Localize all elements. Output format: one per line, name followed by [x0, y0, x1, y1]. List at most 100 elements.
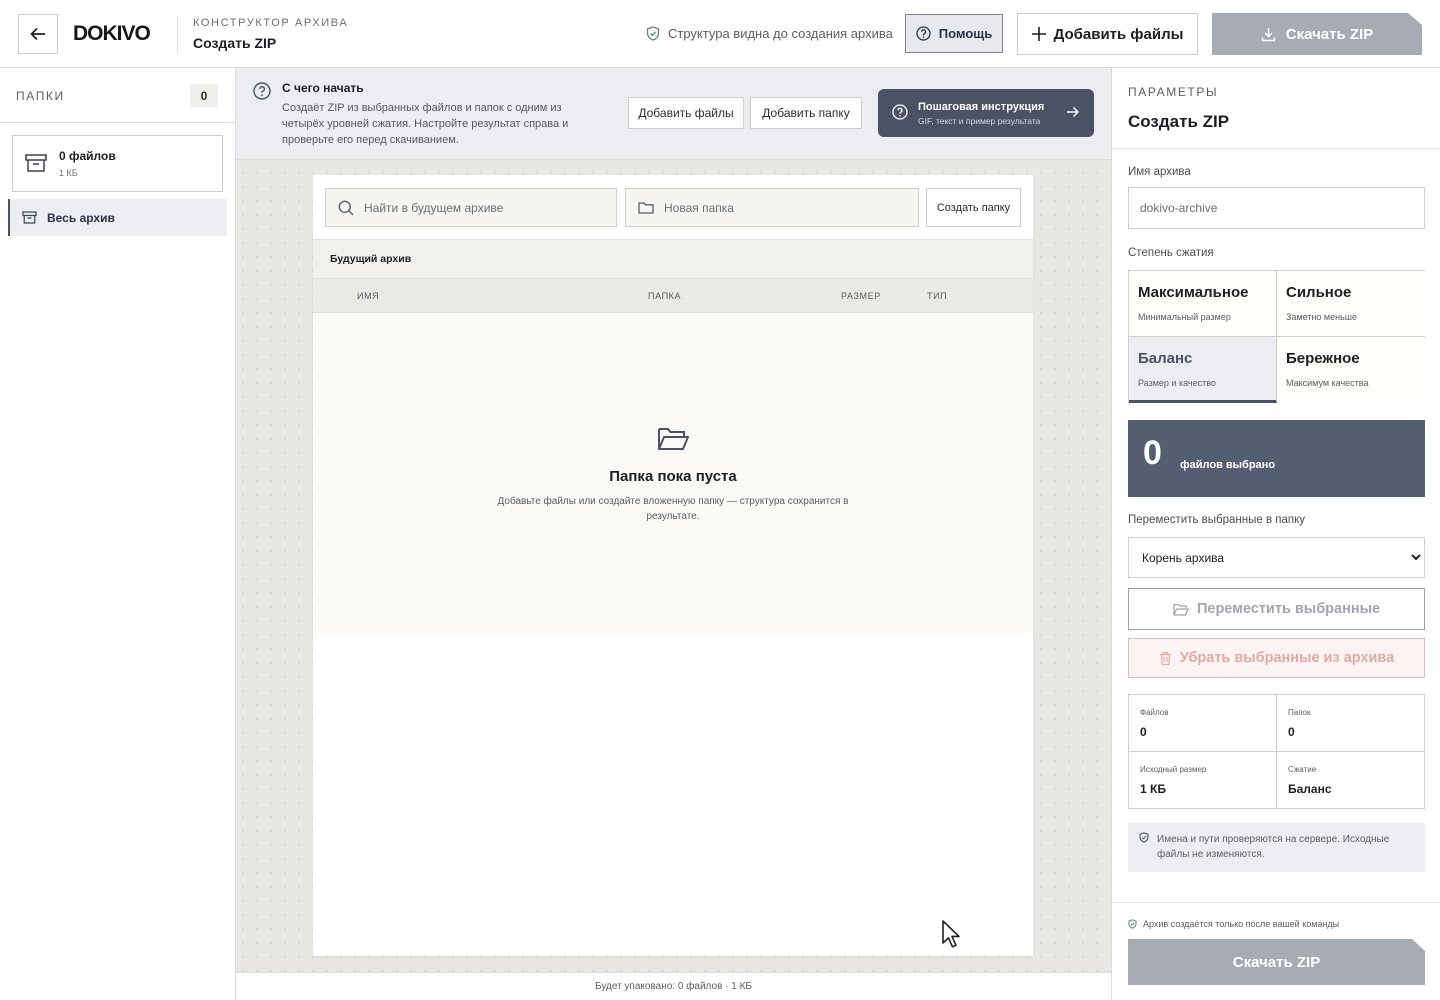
archive-preview: Создать папку Будущий архив ИМЯ ПАПКА РА… — [313, 175, 1033, 956]
column-name[interactable]: ИМЯ — [357, 291, 379, 301]
archive-box-icon — [22, 211, 37, 224]
archive-search[interactable] — [325, 188, 617, 227]
archive-box-icon — [25, 154, 47, 172]
shield-check-icon — [646, 26, 660, 41]
stat-value: 0 — [1288, 725, 1295, 739]
new-folder-field[interactable] — [625, 188, 919, 227]
stat-folders: Папок 0 — [1277, 695, 1425, 752]
archive-summary-card[interactable]: 0 файлов 1 КБ — [12, 135, 223, 192]
archive-size: 1 КБ — [59, 168, 78, 178]
option-subtitle: Размер и качество — [1138, 378, 1216, 388]
archive-name-label: Имя архива — [1128, 166, 1191, 178]
move-folder-select[interactable]: Корень архива — [1128, 537, 1425, 578]
shield-check-icon — [1128, 919, 1137, 929]
structure-note-text: Структура видна до создания архива — [668, 26, 893, 41]
stat-label: Файлов — [1140, 708, 1169, 717]
stat-value: Баланс — [1288, 782, 1332, 796]
compression-options: Максимальное Минимальный размер Сильное … — [1128, 270, 1425, 403]
compression-option-gentle[interactable]: Бережное Максимум качества — [1277, 337, 1425, 403]
arrow-right-icon — [1067, 107, 1079, 117]
step-guide-button[interactable]: Пошаговая инструкция GIF, текст и пример… — [878, 89, 1094, 137]
search-icon — [338, 200, 354, 215]
stat-files: Файлов 0 — [1129, 695, 1277, 752]
folders-header: ПАПКИ 0 — [0, 68, 235, 123]
move-selected-button[interactable]: Переместить выбранные — [1128, 588, 1425, 630]
help-button[interactable]: Помощь — [905, 14, 1003, 53]
empty-description: Добавьте файлы или создайте вложенную па… — [497, 496, 849, 522]
stat-label: Папок — [1288, 708, 1311, 717]
archive-name-input[interactable] — [1128, 187, 1425, 229]
option-title: Сильное — [1286, 284, 1352, 301]
question-circle-icon — [892, 104, 908, 120]
workspace: С чего начать Создаёт ZIP из выбранных ф… — [236, 68, 1111, 1000]
move-label: Переместить выбранные в папку — [1128, 514, 1306, 526]
compression-option-max[interactable]: Максимальное Минимальный размер — [1129, 271, 1277, 337]
section-title: Будущий архив — [330, 253, 412, 265]
server-check-text: Имена и пути проверяются на сервере. Исх… — [1157, 834, 1390, 860]
intro-add-files-button[interactable]: Добавить файлы — [628, 97, 744, 129]
empty-state: Папка пока пуста Добавьте файлы или созд… — [313, 313, 1033, 633]
tree-item-root[interactable]: Весь архив — [8, 199, 227, 236]
option-title: Баланс — [1138, 350, 1193, 367]
panel-title: Создать ZIP — [1128, 112, 1230, 131]
option-title: Бережное — [1286, 350, 1360, 367]
folder-open-icon — [658, 428, 689, 450]
stat-compression: Сжатие Баланс — [1277, 752, 1425, 809]
breadcrumb-kicker: КОНСТРУКТОР АРХИВА — [193, 17, 349, 29]
stat-value: 0 — [1140, 725, 1147, 739]
option-subtitle: Минимальный размер — [1138, 312, 1231, 322]
column-folder[interactable]: ПАПКА — [648, 291, 681, 301]
panel-divider — [1112, 148, 1440, 149]
compression-option-balance[interactable]: Баланс Размер и качество — [1129, 337, 1277, 403]
question-circle-icon — [916, 26, 931, 41]
selected-count-label: файлов выбрано — [1180, 459, 1276, 471]
back-button[interactable] — [18, 14, 58, 54]
new-folder-input[interactable] — [664, 200, 884, 215]
parameters-panel: ПАРАМЕТРЫ Создать ZIP Имя архива Степень… — [1111, 68, 1440, 1000]
compression-label: Степень сжатия — [1128, 247, 1214, 259]
folders-title: ПАПКИ — [16, 89, 65, 103]
table-header: ИМЯ ПАПКА РАЗМЕР ТИП — [313, 279, 1033, 313]
plus-icon — [1031, 27, 1046, 41]
section-header: Будущий архив — [313, 239, 1033, 279]
stat-label: Сжатие — [1288, 765, 1317, 774]
move-selected-label: Переместить выбранные — [1196, 601, 1381, 617]
remove-selected-button[interactable]: Убрать выбранные из архива — [1128, 638, 1425, 678]
create-on-command-note: Архив создаётся только после вашей коман… — [1128, 919, 1339, 929]
question-circle-icon — [253, 82, 271, 100]
tree-item-label: Весь архив — [47, 210, 115, 225]
download-zip-bottom-button[interactable]: Скачать ZIP — [1128, 939, 1425, 985]
guide-title: Пошаговая инструкция — [918, 101, 1045, 113]
download-zip-button[interactable]: Скачать ZIP — [1212, 13, 1422, 55]
empty-title: Папка пока пуста — [609, 468, 737, 485]
option-title: Максимальное — [1138, 284, 1249, 301]
pack-summary: Будет упаковано: 0 файлов · 1 КБ — [236, 972, 1111, 1000]
panel-kicker: ПАРАМЕТРЫ — [1128, 85, 1219, 99]
selected-counter: 0 файлов выбрано — [1128, 420, 1425, 497]
mouse-cursor-icon — [942, 920, 960, 948]
column-size[interactable]: РАЗМЕР — [841, 291, 881, 301]
archive-stats: Файлов 0 Папок 0 Исходный размер 1 КБ Сж… — [1128, 694, 1425, 809]
selected-count: 0 — [1143, 434, 1162, 472]
create-folder-button[interactable]: Создать папку — [926, 188, 1021, 227]
help-label: Помощь — [938, 26, 993, 41]
compression-option-strong[interactable]: Сильное Заметно меньше — [1277, 271, 1425, 337]
option-subtitle: Заметно меньше — [1286, 312, 1358, 322]
server-check-note: Имена и пути проверяются на сервере. Исх… — [1128, 823, 1425, 872]
shield-check-icon — [1139, 832, 1149, 843]
remove-selected-label: Убрать выбранные из архива — [1179, 650, 1395, 666]
create-on-command-text: Архив создаётся только после вашей коман… — [1143, 919, 1340, 929]
add-files-label: Добавить файлы — [1053, 25, 1184, 43]
panel-footer-divider — [1112, 902, 1440, 903]
intro-banner: С чего начать Создаёт ZIP из выбранных ф… — [236, 68, 1111, 160]
download-zip-label: Скачать ZIP — [1285, 25, 1374, 43]
add-files-button[interactable]: Добавить файлы — [1017, 13, 1198, 55]
page-title: Создать ZIP — [193, 35, 277, 51]
folder-open-icon — [1173, 603, 1189, 616]
logo[interactable]: DOKIVO — [73, 22, 151, 46]
folders-sidebar: ПАПКИ 0 0 файлов 1 КБ Весь архив — [0, 68, 236, 1000]
top-bar: DOKIVO КОНСТРУКТОР АРХИВА Создать ZIP Ст… — [0, 0, 1440, 68]
search-input[interactable] — [364, 200, 584, 215]
column-type[interactable]: ТИП — [927, 291, 947, 301]
intro-add-folder-button[interactable]: Добавить папку — [750, 97, 862, 129]
